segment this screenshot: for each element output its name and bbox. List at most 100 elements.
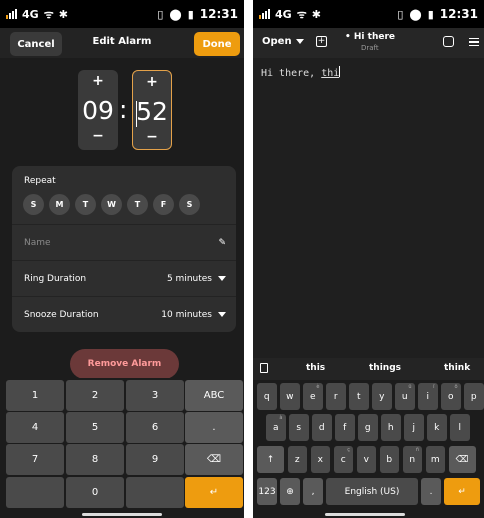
key-2[interactable]: 2 bbox=[66, 380, 124, 411]
key-q[interactable]: q bbox=[257, 383, 277, 410]
enter-key[interactable]: ↵ bbox=[185, 477, 243, 508]
key-e[interactable]: eè bbox=[303, 383, 323, 410]
minutes-spinner: + 52 − bbox=[132, 70, 172, 150]
key-l[interactable]: l bbox=[450, 414, 470, 441]
ring-duration-row[interactable]: Ring Duration 5 minutes bbox=[12, 260, 236, 296]
key-h[interactable]: h bbox=[381, 414, 401, 441]
day-toggle-thursday[interactable]: T bbox=[127, 194, 148, 215]
location-icon: ⬤ bbox=[169, 7, 182, 21]
numbers-key[interactable]: 123 bbox=[257, 478, 277, 505]
key-r[interactable]: r bbox=[326, 383, 346, 410]
day-toggle-friday[interactable]: F bbox=[153, 194, 174, 215]
key-g[interactable]: g bbox=[358, 414, 378, 441]
location-icon: ⬤ bbox=[409, 7, 422, 21]
key-blank-left[interactable] bbox=[6, 477, 64, 508]
text-editor[interactable]: Hi there, thi bbox=[253, 58, 484, 358]
name-field[interactable]: Name ✎ bbox=[12, 224, 236, 260]
key-y[interactable]: y bbox=[372, 383, 392, 410]
hours-increment-button[interactable]: + bbox=[78, 73, 118, 89]
day-toggle-saturday[interactable]: S bbox=[179, 194, 200, 215]
backspace-key[interactable]: ⌫ bbox=[185, 444, 243, 475]
comma-key[interactable]: , bbox=[303, 478, 323, 505]
key-t[interactable]: t bbox=[349, 383, 369, 410]
key-5[interactable]: 5 bbox=[66, 412, 124, 443]
key-4[interactable]: 4 bbox=[6, 412, 64, 443]
key-k[interactable]: k bbox=[427, 414, 447, 441]
minutes-value[interactable]: 52 bbox=[133, 97, 171, 126]
pencil-icon[interactable]: ✎ bbox=[218, 238, 226, 248]
hours-decrement-button[interactable]: − bbox=[78, 128, 118, 144]
key-x[interactable]: x bbox=[310, 446, 330, 473]
bluetooth-icon: ✱ bbox=[58, 7, 68, 21]
key-1[interactable]: 1 bbox=[6, 380, 64, 411]
day-toggle-monday[interactable]: M bbox=[49, 194, 70, 215]
snooze-duration-label: Snooze Duration bbox=[24, 309, 99, 320]
key-u[interactable]: uü bbox=[395, 383, 415, 410]
header-bar: Cancel Edit Alarm Done bbox=[0, 28, 244, 58]
save-icon[interactable] bbox=[443, 36, 454, 47]
key-z[interactable]: z bbox=[287, 446, 307, 473]
key-v[interactable]: v bbox=[356, 446, 376, 473]
period-key[interactable]: . bbox=[421, 478, 441, 505]
numeric-keypad: 1 2 3 ABC 4 5 6. 7 8 9 ⌫ 0 ↵ bbox=[0, 378, 244, 518]
home-indicator[interactable] bbox=[82, 513, 162, 516]
suggestion-3[interactable]: think bbox=[444, 363, 470, 373]
key-period[interactable]: . bbox=[185, 412, 243, 443]
key-a[interactable]: aà bbox=[266, 414, 286, 441]
day-toggle-wednesday[interactable]: W bbox=[101, 194, 122, 215]
chevron-down-icon bbox=[295, 39, 304, 44]
hours-value[interactable]: 09 bbox=[78, 96, 118, 125]
key-w[interactable]: w bbox=[280, 383, 300, 410]
key-d[interactable]: d bbox=[312, 414, 332, 441]
key-abc[interactable]: ABC bbox=[185, 380, 243, 411]
key-j[interactable]: j bbox=[404, 414, 424, 441]
open-button[interactable]: Open bbox=[262, 36, 304, 47]
key-6[interactable]: 6 bbox=[126, 412, 184, 443]
space-key[interactable]: English (US) bbox=[326, 478, 418, 505]
header-bar: Open + • Hi there Draft bbox=[253, 28, 484, 58]
status-bar: 4G ᯤ ✱ ▯ ⬤ ▮ 12:31 bbox=[0, 0, 244, 28]
backspace-key[interactable]: ⌫ bbox=[448, 446, 476, 473]
key-o[interactable]: oö bbox=[441, 383, 461, 410]
key-n[interactable]: nñ bbox=[402, 446, 422, 473]
snooze-duration-row[interactable]: Snooze Duration 10 minutes bbox=[12, 296, 236, 332]
clock: 12:31 bbox=[439, 7, 478, 21]
clipboard-icon[interactable] bbox=[260, 363, 268, 373]
key-f[interactable]: f bbox=[335, 414, 355, 441]
key-9[interactable]: 9 bbox=[126, 444, 184, 475]
done-button[interactable]: Done bbox=[194, 32, 240, 56]
editor-text: Hi there, bbox=[261, 68, 322, 79]
text-editor-screen: 4G ᯤ ✱ ▯ ⬤ ▮ 12:31 Open + • Hi there Dra… bbox=[253, 0, 484, 518]
key-3[interactable]: 3 bbox=[126, 380, 184, 411]
minutes-increment-button[interactable]: + bbox=[133, 74, 171, 90]
key-0[interactable]: 0 bbox=[66, 477, 124, 508]
vibrate-icon: ▯ bbox=[157, 7, 164, 21]
qwerty-keyboard: q w e è r t y u ü i ï o ö p a à s d f g h j k l ↑ z x c ç v b n ñ m ⌫ 123 ⊕,… bbox=[253, 380, 484, 518]
minutes-decrement-button[interactable]: − bbox=[133, 129, 171, 145]
day-toggle-tuesday[interactable]: T bbox=[75, 194, 96, 215]
suggestion-2[interactable]: things bbox=[369, 363, 401, 373]
home-indicator[interactable] bbox=[325, 513, 405, 516]
repeat-days: S M T W T F S bbox=[23, 194, 200, 215]
enter-key[interactable]: ↵ bbox=[444, 478, 480, 505]
day-toggle-sunday[interactable]: S bbox=[23, 194, 44, 215]
key-s[interactable]: s bbox=[289, 414, 309, 441]
document-title: • Hi there bbox=[345, 32, 395, 42]
key-b[interactable]: b bbox=[379, 446, 399, 473]
key-blank-right[interactable] bbox=[126, 477, 184, 508]
key-7[interactable]: 7 bbox=[6, 444, 64, 475]
hamburger-menu-icon[interactable] bbox=[469, 38, 479, 46]
key-c[interactable]: cç bbox=[333, 446, 353, 473]
suggestion-strip: this things think bbox=[253, 358, 484, 380]
suggestion-1[interactable]: this bbox=[306, 363, 325, 373]
key-i[interactable]: iï bbox=[418, 383, 438, 410]
key-m[interactable]: m bbox=[425, 446, 445, 473]
alarm-screen: 4G ᯤ ✱ ▯ ⬤ ▮ 12:31 Cancel Edit Alarm Don… bbox=[0, 0, 244, 518]
shift-key[interactable]: ↑ bbox=[257, 446, 284, 473]
globe-icon[interactable]: ⊕ bbox=[280, 478, 300, 505]
remove-alarm-button[interactable]: Remove Alarm bbox=[70, 349, 179, 379]
key-8[interactable]: 8 bbox=[66, 444, 124, 475]
wifi-icon: ᯤ bbox=[43, 7, 54, 21]
new-document-icon[interactable]: + bbox=[316, 36, 327, 47]
key-p[interactable]: p bbox=[464, 383, 484, 410]
